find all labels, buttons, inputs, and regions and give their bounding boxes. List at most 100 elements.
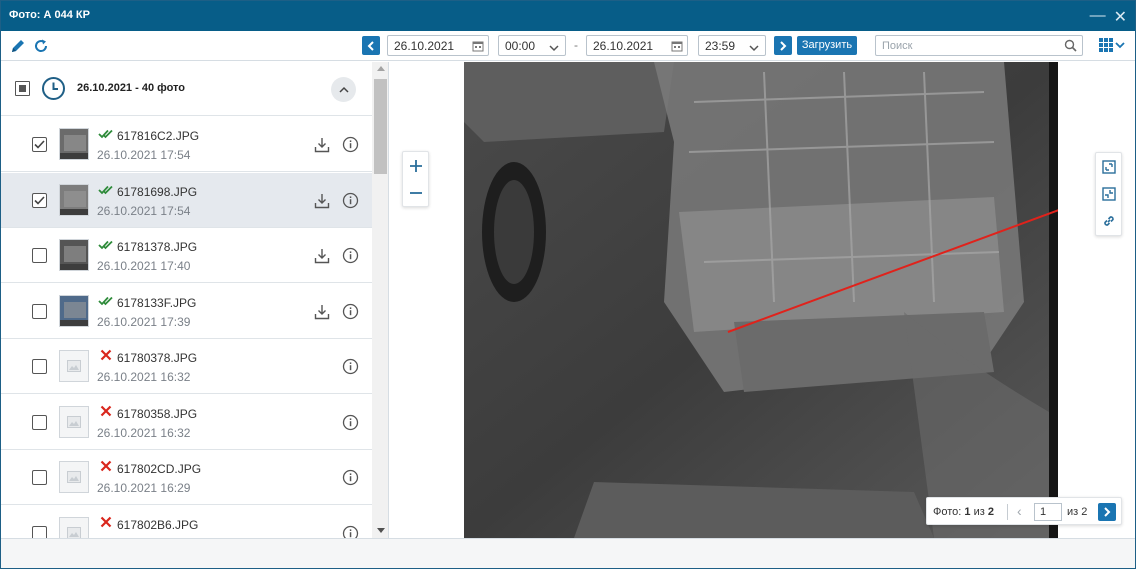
photo-select-checkbox[interactable] [32, 470, 47, 485]
photo-list-item[interactable]: 6178133F.JPG 26.10.2021 17:39 [1, 284, 372, 339]
photo-datetime: 26.10.2021 17:40 [97, 259, 191, 273]
grid-icon [1099, 38, 1113, 52]
image-placeholder-icon [67, 360, 81, 372]
next-page-button[interactable] [1098, 503, 1116, 521]
zoom-controls [402, 151, 429, 207]
scroll-down-arrow[interactable] [377, 528, 385, 533]
fullscreen-button[interactable] [1096, 153, 1121, 180]
info-icon[interactable] [342, 247, 359, 267]
zoom-in-button[interactable] [403, 152, 428, 179]
title-bar: Фото: А 044 КР — ✕ [1, 1, 1135, 31]
minimize-button[interactable]: — [1090, 7, 1106, 27]
photo-group-header: 26.10.2021 - 40 фото [1, 62, 372, 116]
group-select-checkbox[interactable] [15, 81, 30, 96]
time-to-value: 23:59 [705, 39, 736, 53]
photo-datetime: 26.10.2021 16:32 [97, 426, 191, 440]
copy-link-button[interactable] [1096, 207, 1121, 234]
photo-thumbnail[interactable] [59, 128, 89, 160]
calendar-icon[interactable] [671, 40, 683, 55]
info-icon[interactable] [342, 192, 359, 212]
info-icon[interactable] [342, 414, 359, 434]
time-to-select[interactable]: 23:59 [698, 35, 766, 56]
image-placeholder-icon [67, 471, 81, 483]
info-icon[interactable] [342, 469, 359, 489]
info-icon[interactable] [342, 358, 359, 378]
photo-list-item[interactable]: 61781698.JPG 26.10.2021 17:54 [1, 173, 372, 228]
date-to-value: 26.10.2021 [593, 39, 654, 53]
photo-select-checkbox[interactable] [32, 193, 47, 208]
photo-list-item[interactable]: 61780378.JPG 26.10.2021 16:32 [1, 339, 372, 394]
download-icon[interactable] [314, 193, 330, 212]
prev-date-button[interactable] [362, 36, 380, 55]
photo-select-checkbox[interactable] [32, 304, 47, 319]
fullscreen-icon [1101, 159, 1116, 174]
photo-datetime: 26.10.2021 16:29 [97, 481, 191, 495]
photo-list-item[interactable]: 617802CD.JPG 26.10.2021 16:29 [1, 450, 372, 505]
photo-thumbnail[interactable] [59, 239, 89, 271]
double-check-icon [98, 295, 116, 309]
photo-datetime: 26.10.2021 17:39 [97, 315, 191, 329]
error-x-icon [100, 349, 112, 364]
pager-divider [1007, 504, 1008, 520]
refresh-icon[interactable] [32, 37, 50, 55]
photo-file-name: 61780358.JPG [117, 407, 198, 421]
photo-file-name: 617802CD.JPG [117, 462, 202, 476]
photo-datetime: 26.10.2021 17:54 [97, 148, 191, 162]
date-from-field[interactable]: 26.10.2021 [387, 35, 489, 56]
list-scrollbar[interactable] [372, 62, 388, 538]
zoom-out-button[interactable] [403, 179, 428, 206]
photo-list-panel: 26.10.2021 - 40 фото 617816C2.JPG 26.10.… [1, 62, 389, 538]
prev-page-button[interactable]: ‹ [1017, 503, 1022, 519]
photo-pager: Фото: 1 из 2 ‹ 1 из 2 [926, 497, 1122, 525]
photo-list-item[interactable]: 61780358.JPG 26.10.2021 16:32 [1, 395, 372, 450]
photo-thumbnail[interactable] [59, 184, 89, 216]
time-from-value: 00:00 [505, 39, 536, 53]
next-date-button[interactable] [774, 36, 792, 55]
image-placeholder-icon [67, 416, 81, 428]
status-bar [1, 538, 1135, 568]
scroll-thumb[interactable] [374, 79, 387, 174]
chevron-down-icon [749, 41, 759, 55]
page-input[interactable]: 1 [1034, 503, 1062, 521]
search-icon[interactable] [1064, 39, 1077, 55]
info-icon[interactable] [342, 303, 359, 323]
download-icon[interactable] [314, 304, 330, 323]
photo-file-name: 6178133F.JPG [117, 296, 197, 310]
photo-list-item[interactable]: 617802B6.JPG [1, 506, 372, 538]
photo-thumbnail-placeholder [59, 461, 89, 493]
photo-file-name: 617802B6.JPG [117, 518, 199, 532]
chevron-right-icon [1104, 507, 1111, 517]
photo-select-checkbox[interactable] [32, 526, 47, 538]
info-icon[interactable] [342, 525, 359, 538]
photo-select-checkbox[interactable] [32, 359, 47, 374]
calendar-icon[interactable] [472, 40, 484, 55]
plus-icon [409, 159, 422, 172]
photo-select-checkbox[interactable] [32, 415, 47, 430]
photo-file-name: 617816C2.JPG [117, 129, 200, 143]
link-icon [1103, 215, 1114, 226]
chevron-up-icon [338, 86, 349, 93]
photo-list-item[interactable]: 617816C2.JPG 26.10.2021 17:54 [1, 117, 372, 172]
fit-button[interactable] [1096, 180, 1121, 207]
pencil-icon[interactable] [9, 37, 27, 55]
photo-thumbnail[interactable] [59, 295, 89, 327]
page-total: из 2 [1067, 506, 1088, 518]
scroll-up-arrow[interactable] [377, 66, 385, 71]
error-x-icon [100, 405, 112, 420]
photo-image[interactable] [464, 62, 1095, 538]
download-icon[interactable] [314, 248, 330, 267]
info-icon[interactable] [342, 136, 359, 156]
load-button[interactable]: Загрузить [797, 36, 857, 55]
time-from-select[interactable]: 00:00 [498, 35, 566, 56]
download-icon[interactable] [314, 137, 330, 156]
photo-list-item[interactable]: 61781378.JPG 26.10.2021 17:40 [1, 228, 372, 283]
photo-select-checkbox[interactable] [32, 248, 47, 263]
view-mode-button[interactable] [1098, 37, 1125, 53]
photo-select-checkbox[interactable] [32, 137, 47, 152]
double-check-icon [98, 184, 116, 198]
close-button[interactable]: ✕ [1114, 7, 1127, 27]
search-input[interactable] [876, 36, 1056, 55]
date-to-field[interactable]: 26.10.2021 [586, 35, 688, 56]
window-title: Фото: А 044 КР [9, 9, 90, 21]
collapse-group-button[interactable] [331, 77, 356, 102]
